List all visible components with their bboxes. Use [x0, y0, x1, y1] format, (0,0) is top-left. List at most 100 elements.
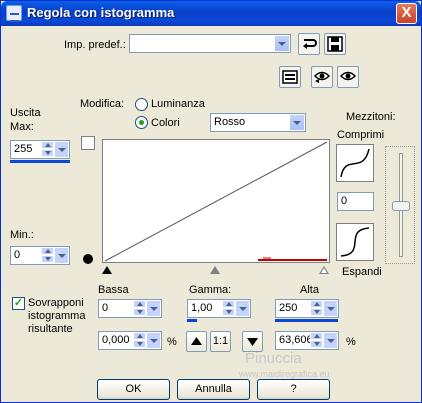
overlay-label-2: istogramma	[28, 310, 86, 322]
output-max-label: Max:	[10, 121, 34, 133]
close-icon: X	[401, 4, 412, 21]
spin-arrows-icon[interactable]	[41, 247, 54, 264]
compress-curve-button[interactable]	[336, 144, 374, 182]
high-percent-spinbox[interactable]: 63,606	[275, 331, 339, 350]
reset-button[interactable]	[298, 33, 320, 55]
preview-toggle-button[interactable]	[279, 66, 301, 88]
high-percent-value: 63,606	[279, 334, 313, 346]
output-min-label: Min.:	[10, 229, 34, 241]
output-min-handle[interactable]	[81, 252, 95, 266]
colors-label: Colori	[151, 117, 180, 129]
cancel-button[interactable]: Annulla	[177, 379, 250, 400]
low-input-triangle[interactable]	[102, 266, 112, 274]
chevron-down-icon	[274, 35, 290, 52]
midtones-slider[interactable]	[385, 146, 415, 264]
chevron-down-icon[interactable]	[235, 300, 250, 317]
low-percent-value: 0,000	[102, 334, 130, 346]
low-value: 0	[102, 302, 109, 314]
spin-arrows-icon[interactable]	[133, 300, 146, 317]
curve-line	[104, 141, 328, 262]
luminance-radio[interactable]	[135, 98, 148, 111]
overlay-checkbox[interactable]: ✓	[12, 297, 25, 310]
ok-label: OK	[125, 383, 142, 395]
save-icon	[327, 36, 343, 52]
gamma-reset-button[interactable]: 1:1	[210, 331, 231, 352]
overlay-label-3: risultante	[28, 323, 73, 335]
expand-curve-icon	[340, 227, 370, 257]
gamma-decrease-button[interactable]	[242, 331, 263, 352]
dialog-icon	[6, 5, 22, 22]
watermark-text: Pinuccia	[245, 350, 302, 367]
gamma-spinbox[interactable]: 1,00	[187, 299, 251, 318]
spin-arrows-icon[interactable]	[310, 332, 323, 349]
low-spinbox[interactable]: 0	[98, 299, 162, 318]
high-input-triangle[interactable]	[319, 266, 329, 274]
chevron-down-icon[interactable]	[54, 141, 69, 158]
spin-arrows-icon[interactable]	[310, 300, 323, 317]
spin-arrows-icon[interactable]	[41, 141, 54, 158]
colors-radio[interactable]	[135, 116, 148, 129]
histogram-graph[interactable]	[102, 139, 330, 263]
title-bar: Regola con istogramma X	[1, 1, 421, 26]
chevron-down-icon[interactable]	[323, 332, 338, 349]
midtones-label: Mezzitoni:	[346, 111, 396, 123]
chevron-down-icon[interactable]	[54, 247, 69, 264]
dialog-title: Regola con istogramma	[27, 5, 175, 20]
gamma-increase-button[interactable]	[186, 331, 207, 352]
gamma-triangle[interactable]	[210, 266, 220, 274]
dialog-window: Regola con istogramma X Imp. predef.: Mo…	[0, 0, 422, 403]
proof-button[interactable]	[311, 66, 333, 88]
slider-thumb[interactable]	[392, 201, 410, 211]
chevron-down-icon[interactable]	[146, 332, 161, 349]
modify-label: Modifica:	[80, 98, 125, 110]
midtones-value: 0	[341, 195, 348, 207]
output-max-slider[interactable]	[10, 160, 70, 163]
channel-dropdown[interactable]: Rosso	[210, 113, 306, 132]
high-slider[interactable]	[275, 319, 338, 322]
high-spinbox[interactable]: 250	[275, 299, 339, 318]
output-max-spinbox[interactable]: 255	[10, 140, 70, 159]
preview-icon	[282, 70, 298, 84]
high-value: 250	[279, 302, 298, 314]
low-label: Bassa	[98, 284, 129, 296]
gamma-reset-label: 1:1	[212, 335, 229, 347]
reset-icon	[303, 39, 317, 49]
help-label: ?	[290, 383, 297, 395]
close-button[interactable]: X	[396, 3, 417, 24]
channel-value: Rosso	[214, 116, 246, 128]
compress-curve-icon	[340, 148, 370, 178]
expand-curve-button[interactable]	[336, 223, 374, 261]
output-min-spinbox[interactable]: 0	[10, 246, 70, 265]
midtones-input[interactable]: 0	[337, 192, 374, 211]
spin-arrows-icon[interactable]	[222, 300, 235, 317]
gamma-slider[interactable]	[187, 319, 197, 322]
output-max-handle[interactable]	[81, 136, 95, 150]
gamma-label: Gamma:	[189, 284, 232, 296]
cancel-label: Annulla	[195, 383, 232, 395]
overlay-label-1: Sovrapponi	[28, 297, 84, 309]
eye-icon	[313, 71, 331, 83]
auto-proof-button[interactable]	[337, 66, 359, 88]
high-percent-sign: %	[346, 336, 356, 348]
preset-dropdown[interactable]	[129, 34, 291, 53]
low-percent-spinbox[interactable]: 0,000	[98, 331, 162, 350]
triangle-up-icon	[191, 337, 202, 345]
output-max-value: 255	[14, 143, 33, 155]
high-label: Alta	[300, 284, 319, 296]
chevron-down-icon	[289, 114, 305, 131]
output-min-value: 0	[14, 249, 21, 261]
chevron-down-icon[interactable]	[323, 300, 338, 317]
ok-button[interactable]: OK	[97, 379, 170, 400]
help-button[interactable]: ?	[257, 379, 330, 400]
eye-toggle-icon	[339, 71, 357, 81]
triangle-down-icon	[247, 338, 258, 346]
chevron-down-icon[interactable]	[146, 300, 161, 317]
output-label: Uscita	[10, 107, 41, 119]
preset-label: Imp. predef.:	[64, 39, 126, 51]
luminance-label: Luminanza	[151, 98, 205, 110]
black-point-icon	[83, 254, 93, 264]
save-button[interactable]	[324, 33, 346, 55]
gamma-value: 1,00	[191, 302, 213, 314]
expand-label: Espandi	[342, 266, 382, 278]
spin-arrows-icon[interactable]	[133, 332, 146, 349]
